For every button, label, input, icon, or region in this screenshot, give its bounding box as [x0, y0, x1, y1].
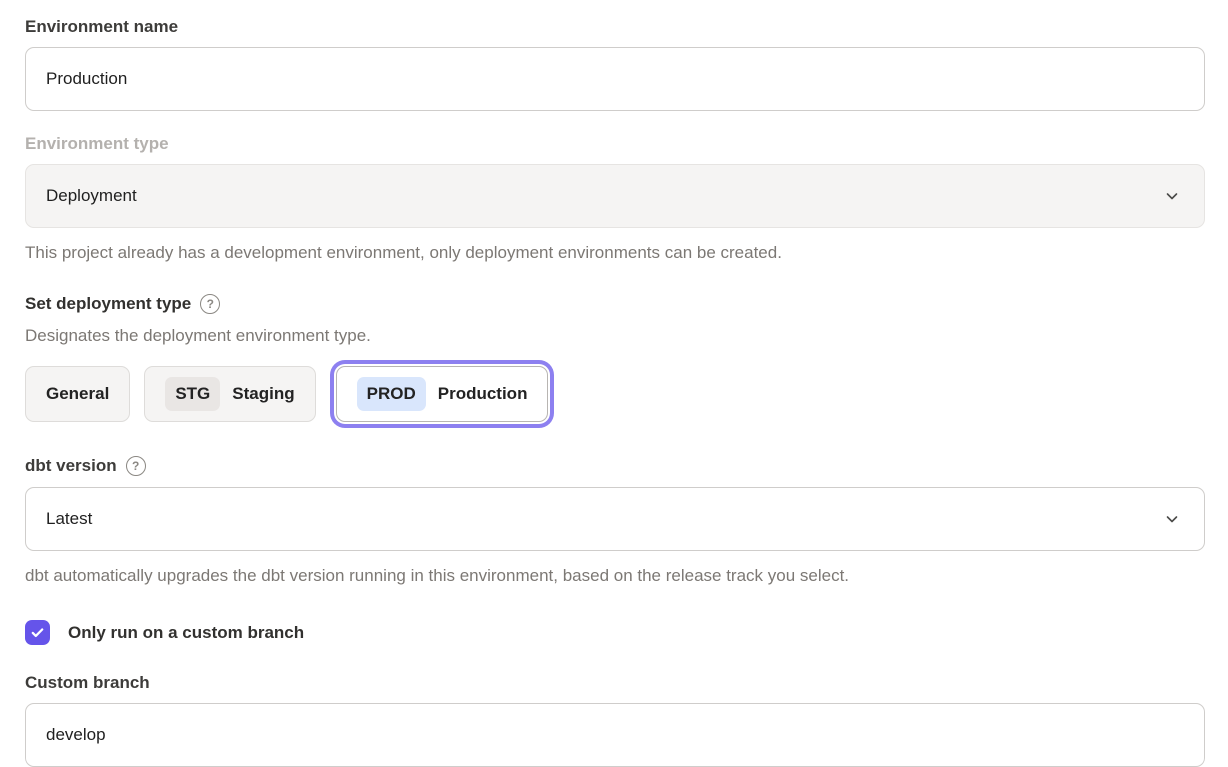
dbt-version-value: Latest — [46, 509, 92, 529]
chevron-down-icon — [1164, 188, 1180, 204]
deployment-type-general-button[interactable]: General — [25, 366, 130, 422]
dbt-version-label: dbt version — [25, 455, 117, 477]
environment-type-select[interactable]: Deployment — [25, 164, 1205, 228]
environment-type-helper: This project already has a development e… — [25, 242, 1205, 264]
staging-badge: STG — [165, 377, 220, 411]
custom-branch-toggle-label: Only run on a custom branch — [68, 623, 304, 643]
dbt-version-label-row: dbt version ? — [25, 455, 1205, 477]
set-deployment-type-description: Designates the deployment environment ty… — [25, 326, 1205, 346]
chevron-down-icon — [1164, 511, 1180, 527]
deployment-type-staging-label: Staging — [232, 384, 294, 404]
deployment-type-production-button[interactable]: PROD Production — [336, 366, 549, 422]
set-deployment-type-title: Set deployment type — [25, 294, 191, 314]
custom-branch-toggle-row: Only run on a custom branch — [25, 620, 1205, 645]
set-deployment-type-heading: Set deployment type ? — [25, 294, 1205, 314]
dbt-version-helper: dbt automatically upgrades the dbt versi… — [25, 565, 1205, 587]
environment-name-input[interactable] — [25, 47, 1205, 111]
production-badge: PROD — [357, 377, 426, 411]
deployment-type-options: General STG Staging PROD Production — [25, 363, 1205, 425]
environment-name-label: Environment name — [25, 16, 1205, 38]
custom-branch-label: Custom branch — [25, 672, 1205, 694]
checkmark-icon — [30, 625, 45, 640]
deployment-type-staging-button[interactable]: STG Staging — [144, 366, 315, 422]
dbt-version-select[interactable]: Latest — [25, 487, 1205, 551]
deployment-type-production-label: Production — [438, 384, 528, 404]
custom-branch-checkbox[interactable] — [25, 620, 50, 645]
environment-type-label: Environment type — [25, 133, 1205, 155]
environment-type-value: Deployment — [46, 186, 137, 206]
deployment-type-general-label: General — [46, 384, 109, 404]
environment-settings-form: Environment name Environment type Deploy… — [0, 0, 1228, 767]
question-circle-icon[interactable]: ? — [200, 294, 220, 314]
custom-branch-input[interactable] — [25, 703, 1205, 767]
question-circle-icon[interactable]: ? — [126, 456, 146, 476]
